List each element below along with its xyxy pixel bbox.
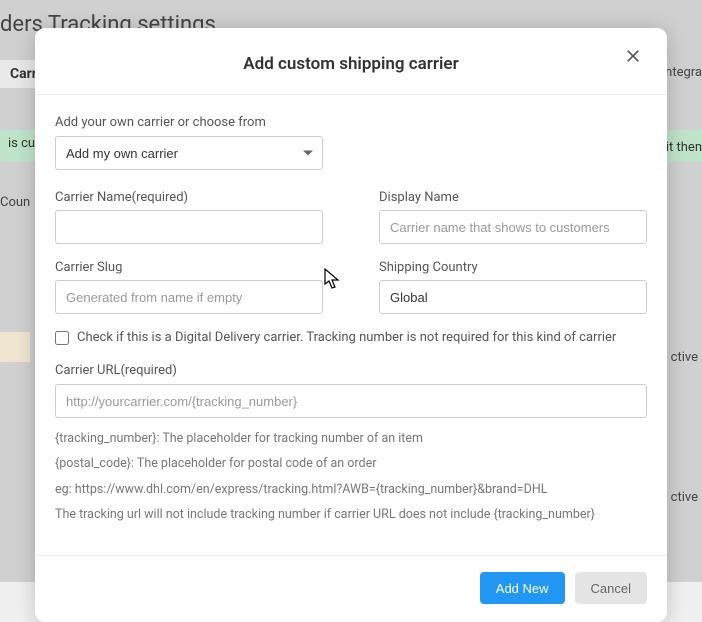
modal-header: Add custom shipping carrier [35,46,667,95]
carrier-select[interactable]: Add my own carrier [55,136,323,170]
shipping-country-input[interactable] [379,280,647,314]
carrier-slug-label: Carrier Slug [55,260,323,275]
carrier-url-input[interactable] [55,384,647,418]
modal-footer: Add New Cancel [35,555,667,622]
help-postal-code: {postal_code}: The placeholder for posta… [55,453,647,474]
close-icon [623,46,643,66]
carrier-url-label: Carrier URL(required) [55,363,647,378]
display-name-label: Display Name [379,190,647,205]
shipping-country-label: Shipping Country [379,260,647,275]
digital-delivery-label: Check if this is a Digital Delivery carr… [77,330,616,345]
add-carrier-label: Add your own carrier or choose from [55,115,647,130]
carrier-slug-input[interactable] [55,280,323,314]
carrier-select-wrap: Add my own carrier [55,136,323,170]
add-carrier-modal: Add custom shipping carrier Add your own… [35,28,667,622]
display-name-input[interactable] [379,210,647,244]
close-button[interactable] [621,46,645,70]
carrier-name-input[interactable] [55,210,323,244]
add-new-button[interactable]: Add New [480,572,565,604]
digital-delivery-checkbox[interactable] [55,331,69,345]
cancel-button[interactable]: Cancel [575,572,647,604]
carrier-url-help: {tracking_number}: The placeholder for t… [55,428,647,525]
carrier-name-label: Carrier Name(required) [55,190,323,205]
modal-overlay: Add custom shipping carrier Add your own… [0,0,702,582]
help-tracking-number: {tracking_number}: The placeholder for t… [55,428,647,449]
modal-title: Add custom shipping carrier [243,54,458,74]
help-example: eg: https://www.dhl.com/en/express/track… [55,479,647,500]
modal-body: Add your own carrier or choose from Add … [35,95,667,539]
help-note: The tracking url will not include tracki… [55,504,647,525]
